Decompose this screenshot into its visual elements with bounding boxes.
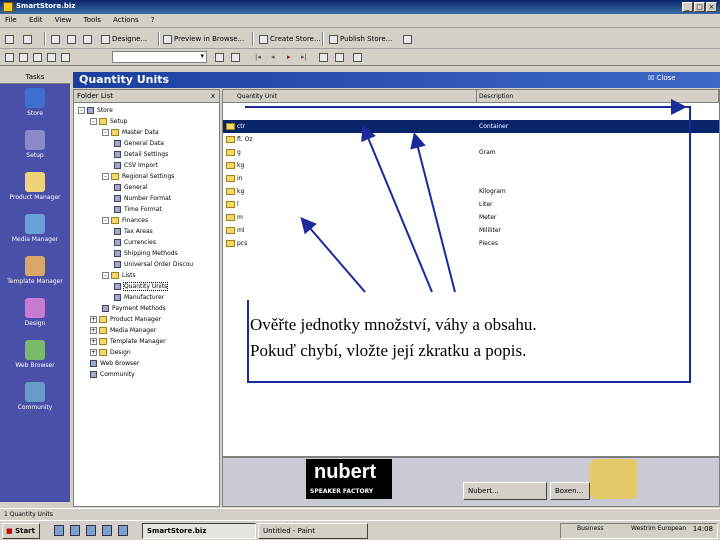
arrow-to-rows-1 xyxy=(300,216,366,293)
task-smartstore[interactable]: SmartStore.biz xyxy=(142,523,256,539)
quicklaunch-outlook-icon[interactable] xyxy=(70,525,80,536)
preview-tab-boxen[interactable]: Boxen... xyxy=(550,482,590,500)
banner-tagline: SPEAKER FACTORY xyxy=(310,488,374,495)
clock: 14:08 xyxy=(692,525,713,533)
instruction-annotation: Ověřte jednotky množství, váhy a obsahu.… xyxy=(250,312,670,364)
taskbar: ■ Start SmartStore.biz Untitled - Paint … xyxy=(0,520,720,540)
nubert-banner[interactable]: nubert SPEAKER FACTORY xyxy=(306,459,392,499)
arrow-to-rows-3 xyxy=(410,132,456,293)
instruction-line-2: Pokuď chybí, vložte její zkratku a popis… xyxy=(250,341,527,360)
tray-business[interactable]: Business xyxy=(577,525,603,532)
status-bar: 1 Quantity Units xyxy=(0,508,720,520)
speaker-logo xyxy=(590,459,638,499)
quicklaunch-media-icon[interactable] xyxy=(102,525,112,536)
banner-brand: nubert xyxy=(314,461,377,483)
quicklaunch-desktop-icon[interactable] xyxy=(86,525,96,536)
arrow-to-rows-2 xyxy=(361,124,433,293)
windows-logo-icon: ■ xyxy=(6,527,13,535)
system-tray: Business Westrim European 14:08 xyxy=(560,523,718,539)
quicklaunch-ie-icon[interactable] xyxy=(54,525,64,536)
preview-tab-nubert[interactable]: Nubert... xyxy=(463,482,547,500)
instruction-line-1: Ověřte jednotky množství, váhy a obsahu. xyxy=(250,315,537,334)
start-button[interactable]: ■ Start xyxy=(2,523,40,539)
task-paint[interactable]: Untitled - Paint xyxy=(258,523,368,539)
tray-language[interactable]: Westrim European xyxy=(631,525,686,532)
quicklaunch-folder-icon[interactable] xyxy=(118,525,128,536)
